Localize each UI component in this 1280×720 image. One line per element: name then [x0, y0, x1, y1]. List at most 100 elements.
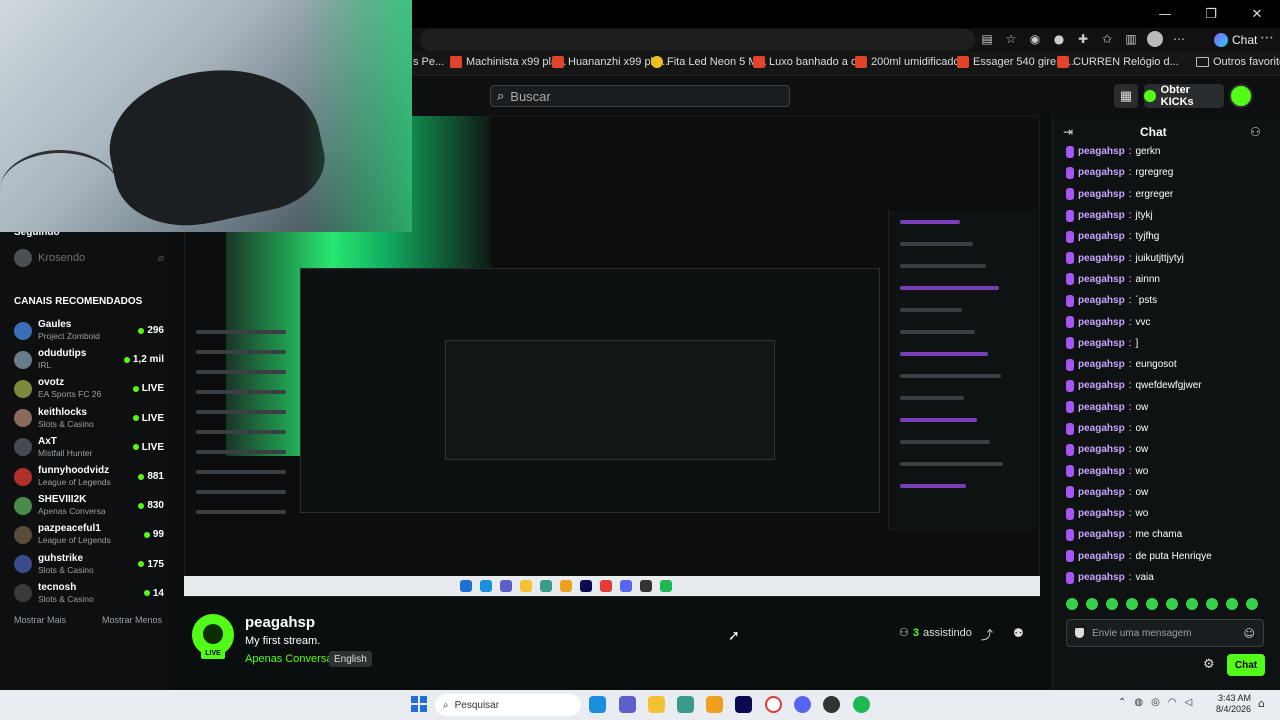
chat-username[interactable]: peagahsp	[1078, 508, 1125, 519]
sidebar-channel-item[interactable]: funnyhoodvidz League of Legends 881	[14, 462, 164, 491]
emoji-icon[interactable]: ☺	[1244, 627, 1255, 640]
volume-icon[interactable]: ◁	[1185, 697, 1193, 708]
camera-icon[interactable]: ◉	[1026, 30, 1044, 48]
chat-username[interactable]: peagahsp	[1078, 274, 1125, 285]
collapse-chat-icon[interactable]: ⇥	[1063, 125, 1073, 139]
chat-username[interactable]: peagahsp	[1078, 402, 1125, 413]
favorites-icon[interactable]: ✩	[1098, 30, 1116, 48]
premiere-icon[interactable]	[735, 696, 752, 713]
chat-username[interactable]: peagahsp	[1078, 551, 1125, 562]
share-icon[interactable]: ⤴	[981, 626, 993, 643]
emote-icon[interactable]	[1166, 598, 1178, 610]
chat-username[interactable]: peagahsp	[1078, 167, 1125, 178]
other-favorites[interactable]: Outros favoritos	[1196, 56, 1280, 68]
emote-icon[interactable]	[1106, 598, 1118, 610]
discord-icon[interactable]	[794, 696, 811, 713]
obs-icon[interactable]	[823, 696, 840, 713]
following-item[interactable]: Krosendo ⌀	[14, 249, 164, 267]
file-explorer-icon[interactable]	[648, 696, 665, 713]
chat-username[interactable]: peagahsp	[1078, 295, 1125, 306]
emote-icon[interactable]	[1066, 598, 1078, 610]
streamer-name[interactable]: peagahsp	[245, 614, 315, 631]
follow-icon[interactable]: ⚉	[1013, 626, 1024, 640]
chat-username[interactable]: peagahsp	[1078, 444, 1125, 455]
maximize-icon[interactable]: ❐	[1188, 0, 1234, 28]
emote-icon[interactable]	[1086, 598, 1098, 610]
bookmark-item[interactable]: s Pe...	[413, 56, 444, 68]
stream-language-tag[interactable]: English	[329, 651, 372, 667]
emote-icon[interactable]	[1146, 598, 1158, 610]
sidebar-channel-item[interactable]: AxT Mistfall Hunter LIVE	[14, 433, 164, 462]
sidebar-channel-item[interactable]: keithlocks Slots & Casino LIVE	[14, 404, 164, 433]
sidebar-channel-item[interactable]: Gaules Project Zomboid 296	[14, 316, 164, 345]
star-icon[interactable]: ☆	[1002, 30, 1020, 48]
emote-icon[interactable]	[1186, 598, 1198, 610]
emote-icon[interactable]	[1226, 598, 1238, 610]
windows-start-icon[interactable]	[411, 696, 427, 712]
bookmark-item[interactable]: Fita Led Neon 5 M...	[651, 56, 767, 68]
bookmark-item[interactable]: Machinista x99 pla...	[450, 56, 566, 68]
emote-icon[interactable]	[1246, 598, 1258, 610]
reader-icon[interactable]: ▤	[978, 30, 996, 48]
sidebar-channel-item[interactable]: odudutips IRL 1,2 mil	[14, 345, 164, 374]
chat-username[interactable]: peagahsp	[1078, 189, 1125, 200]
sidebar-channel-item[interactable]: guhstrike Slots & Casino 175	[14, 550, 164, 579]
close-icon[interactable]: ✕	[1234, 0, 1280, 28]
stream-category[interactable]: Apenas Conversa	[245, 653, 332, 665]
search-input[interactable]: ⌕ Buscar	[490, 85, 790, 107]
chat-username[interactable]: peagahsp	[1078, 359, 1125, 370]
notification-icon[interactable]: ⌂	[1258, 697, 1265, 710]
address-bar[interactable]	[420, 29, 975, 51]
bookmark-item[interactable]: CURREN Relógio d...	[1057, 56, 1179, 68]
chat-username[interactable]: peagahsp	[1078, 338, 1125, 349]
chat-username[interactable]: peagahsp	[1078, 529, 1125, 540]
opera-icon[interactable]	[765, 696, 782, 713]
edge-icon[interactable]	[589, 696, 606, 713]
chat-username[interactable]: peagahsp	[1078, 423, 1125, 434]
profile-avatar[interactable]	[1146, 30, 1164, 48]
chat-username[interactable]: peagahsp	[1078, 146, 1125, 157]
sidebar-channel-item[interactable]: ovotz EA Sports FC 26 LIVE	[14, 374, 164, 403]
chat-username[interactable]: peagahsp	[1078, 572, 1125, 583]
browser-more-icon[interactable]: ⋯	[1260, 30, 1274, 46]
tray-app-icon[interactable]: ◎	[1151, 697, 1160, 708]
get-kicks-button[interactable]: Obter KICKs	[1144, 84, 1224, 108]
gear-icon[interactable]: ⚙	[1203, 657, 1215, 672]
wifi-icon[interactable]: ◠	[1168, 697, 1177, 708]
menu-icon[interactable]: ⋯	[1170, 30, 1188, 48]
collections-icon[interactable]: ▥	[1122, 30, 1140, 48]
minimize-icon[interactable]: —	[1142, 0, 1188, 28]
show-less-button[interactable]: Mostrar Menos	[102, 615, 162, 625]
chat-username[interactable]: peagahsp	[1078, 380, 1125, 391]
browser-chat-button[interactable]: Chat	[1214, 30, 1257, 50]
puzzle-icon[interactable]: ✚	[1074, 30, 1092, 48]
teams-icon[interactable]	[619, 696, 636, 713]
chat-username[interactable]: peagahsp	[1078, 466, 1125, 477]
chevron-up-icon[interactable]: ⌃	[1118, 697, 1126, 708]
chat-send-button[interactable]: Chat	[1227, 654, 1265, 676]
menu-grid-button[interactable]: ▦	[1114, 84, 1138, 108]
app-icon[interactable]	[677, 696, 694, 713]
chat-username[interactable]: peagahsp	[1078, 231, 1125, 242]
chat-username[interactable]: peagahsp	[1078, 317, 1125, 328]
spotify-icon[interactable]	[853, 696, 870, 713]
chat-message-input[interactable]: Envie uma mensagem ☺	[1066, 619, 1264, 647]
sidebar-channel-item[interactable]: pazpeaceful1 League of Legends 99	[14, 520, 164, 549]
show-more-button[interactable]: Mostrar Mais	[14, 615, 66, 625]
tray-app-icon[interactable]: ◍	[1134, 697, 1143, 708]
emote-icon[interactable]	[1126, 598, 1138, 610]
bookmark-item[interactable]: Luxo banhado a o...	[753, 56, 866, 68]
sidebar-channel-item[interactable]: SHEVIII2K Apenas Conversa 830	[14, 491, 164, 520]
app-icon[interactable]	[706, 696, 723, 713]
taskbar-clock[interactable]: 3:43 AM 8/4/2026	[1216, 693, 1251, 715]
extension-icon[interactable]: ●	[1050, 30, 1068, 48]
sidebar-channel-item[interactable]: tecnosh Slots & Casino 14	[14, 579, 164, 608]
taskbar-search[interactable]: ⌕ Pesquisar	[435, 694, 581, 716]
chat-username[interactable]: peagahsp	[1078, 487, 1125, 498]
bookmark-item[interactable]: 200ml umidificado...	[855, 56, 969, 68]
chat-username[interactable]: peagahsp	[1078, 210, 1125, 221]
chat-users-icon[interactable]: ⚇	[1250, 125, 1261, 139]
user-avatar[interactable]	[1229, 84, 1253, 108]
chat-username[interactable]: peagahsp	[1078, 253, 1125, 264]
emote-icon[interactable]	[1206, 598, 1218, 610]
